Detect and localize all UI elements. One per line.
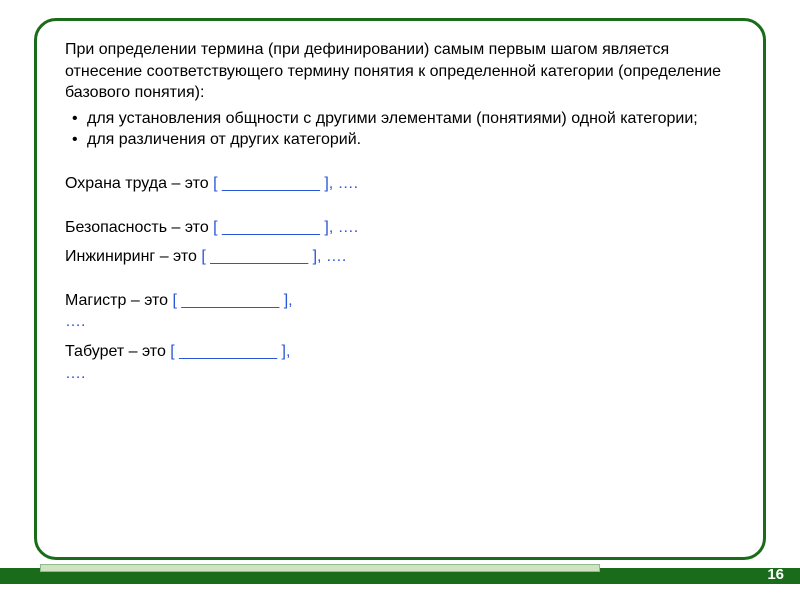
example-term: Магистр: [65, 292, 126, 309]
intro-paragraph: При определении термина (при дефинирован…: [65, 39, 737, 104]
ellipsis: ….: [326, 248, 346, 265]
page-number: 16: [767, 566, 784, 583]
footer-bar-decor: [40, 564, 600, 572]
bracket-open: [: [170, 343, 179, 360]
ellipsis: ….: [65, 365, 85, 382]
examples-block: Охрана труда – это [ ___________ ], …. Б…: [65, 173, 737, 384]
bracket-close: ],: [320, 175, 338, 192]
example-term: Охрана труда: [65, 175, 167, 192]
ellipsis: ….: [338, 175, 358, 192]
example-line: Инжиниринг – это [ ___________ ], ….: [65, 246, 737, 268]
blank-placeholder: ___________: [222, 219, 320, 236]
example-line: Безопасность – это [ ___________ ], ….: [65, 217, 737, 239]
ellipsis: ….: [338, 219, 358, 236]
bracket-close: ],: [277, 343, 290, 360]
bracket-close: ],: [279, 292, 292, 309]
bracket-close: ],: [308, 248, 326, 265]
slide-frame: При определении термина (при дефинирован…: [34, 18, 766, 560]
footer-bar: 16: [0, 564, 800, 586]
bracket-close: ],: [320, 219, 338, 236]
example-line: Охрана труда – это [ ___________ ], ….: [65, 173, 737, 195]
blank-placeholder: ___________: [181, 292, 279, 309]
bullet-item: для различения от других категорий.: [65, 129, 737, 151]
bracket-open: [: [213, 219, 222, 236]
bracket-open: [: [201, 248, 210, 265]
blank-placeholder: ___________: [210, 248, 308, 265]
example-sep: – это: [167, 175, 213, 192]
ellipsis: ….: [65, 313, 85, 330]
bullet-list: для установления общности с другими элем…: [65, 108, 737, 151]
example-sep: – это: [155, 248, 201, 265]
example-sep: – это: [167, 219, 213, 236]
example-term: Безопасность: [65, 219, 167, 236]
blank-placeholder: ___________: [179, 343, 277, 360]
example-sep: – это: [126, 292, 172, 309]
example-sep: – это: [124, 343, 170, 360]
example-line: Магистр – это [ ___________ ], ….: [65, 290, 737, 333]
blank-placeholder: ___________: [222, 175, 320, 192]
bracket-open: [: [213, 175, 222, 192]
bullet-item: для установления общности с другими элем…: [65, 108, 737, 130]
example-term: Инжиниринг: [65, 248, 155, 265]
example-term: Табурет: [65, 343, 124, 360]
example-line: Табурет – это [ ___________ ], ….: [65, 341, 737, 384]
